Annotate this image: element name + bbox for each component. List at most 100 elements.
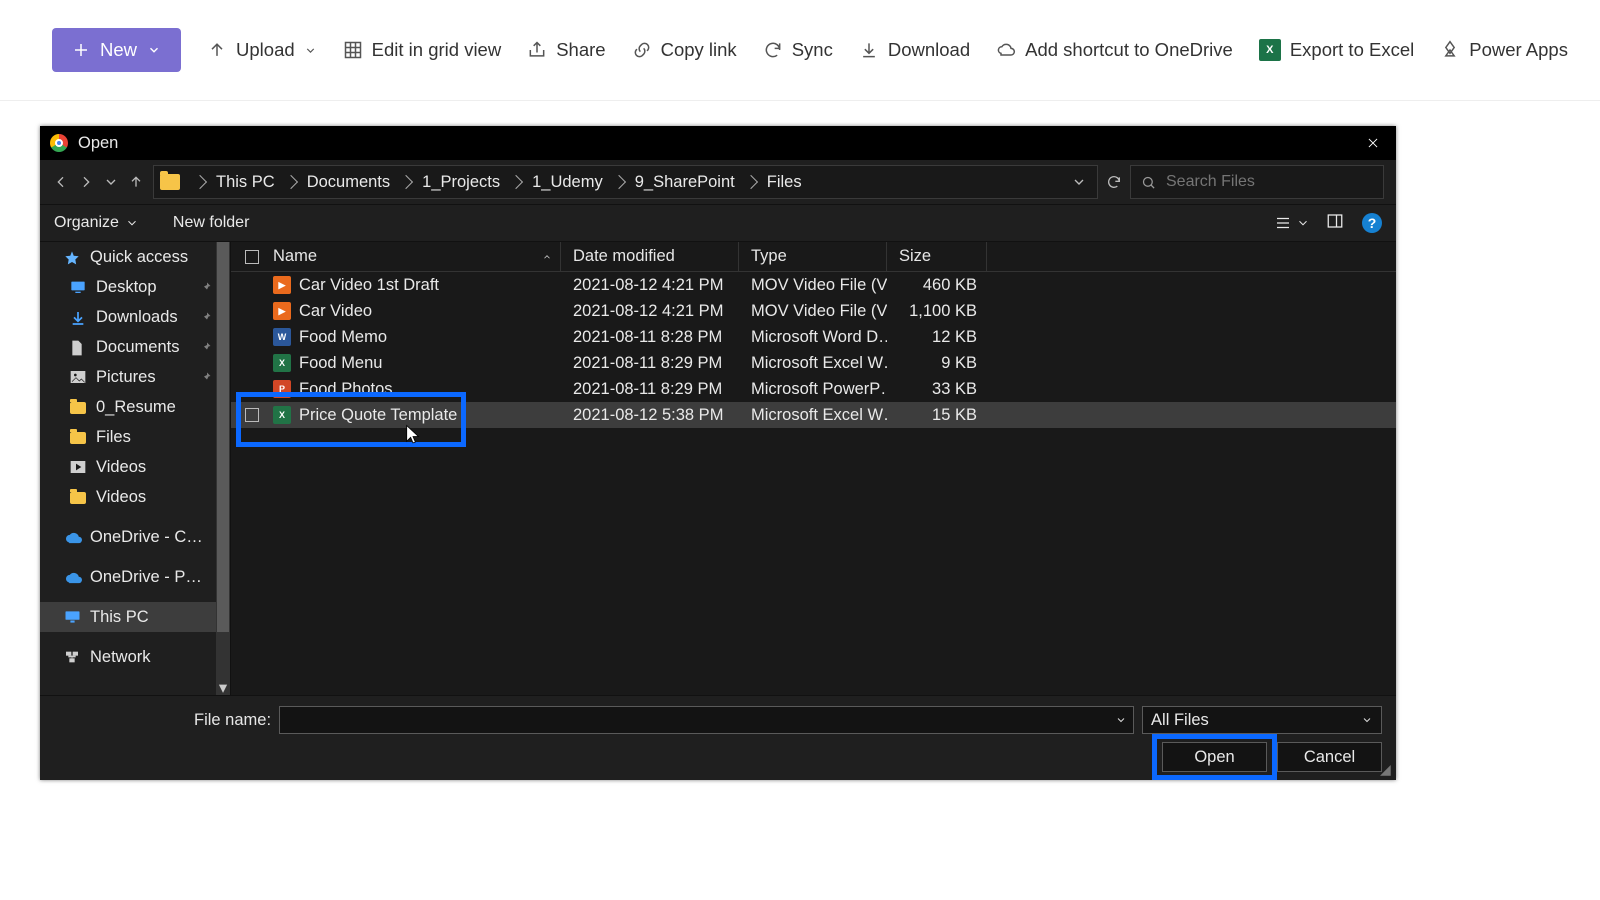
nav-item-label: Videos (96, 458, 146, 477)
nav-item-0-resume[interactable]: 0_Resume (40, 392, 230, 422)
documents-icon (70, 340, 88, 354)
search-field[interactable] (1130, 165, 1384, 199)
export-excel-button[interactable]: X Export to Excel (1259, 39, 1414, 61)
back-button[interactable] (52, 169, 69, 195)
nav-item-label: Files (96, 428, 131, 447)
file-size: 12 KB (887, 328, 987, 347)
edit-grid-view-button[interactable]: Edit in grid view (343, 39, 502, 61)
nav-item-videos[interactable]: Videos (40, 482, 230, 512)
new-button[interactable]: New (52, 28, 181, 72)
file-type: MOV Video File (V… (739, 302, 887, 321)
new-button-label: New (100, 39, 137, 61)
row-checkbox[interactable] (245, 408, 259, 422)
download-button[interactable]: Download (859, 39, 970, 61)
upload-button[interactable]: Upload (207, 39, 317, 61)
refresh-button[interactable] (1106, 170, 1122, 194)
column-name[interactable]: Name (261, 242, 561, 271)
file-row[interactable]: WFood Memo 2021-08-11 8:28 PM Microsoft … (231, 324, 1396, 350)
crumb-9-sharepoint[interactable]: 9_SharePoint (635, 173, 735, 192)
cloud-icon (64, 570, 82, 584)
filename-input[interactable] (286, 712, 1115, 729)
file-name: Price Quote Template (299, 406, 457, 425)
nav-item-label: Desktop (96, 278, 157, 297)
sharepoint-toolbar: New Upload Edit in grid view Share Copy … (0, 0, 1600, 101)
crumb-1-projects[interactable]: 1_Projects (422, 173, 500, 192)
search-input[interactable] (1166, 173, 1373, 191)
nav-item-this-pc[interactable]: This PC (40, 602, 230, 632)
share-button[interactable]: Share (527, 39, 605, 61)
nav-item-label: Pictures (96, 368, 156, 387)
resize-grip-icon[interactable]: ◢ (1380, 764, 1394, 778)
file-size: 33 KB (887, 380, 987, 399)
close-button[interactable] (1350, 126, 1396, 160)
file-row[interactable]: ▶Car Video 1st Draft 2021-08-12 4:21 PM … (231, 272, 1396, 298)
nav-item-network[interactable]: Network (40, 642, 230, 672)
copy-link-button[interactable]: Copy link (632, 39, 737, 61)
help-button[interactable]: ? (1362, 213, 1382, 233)
nav-item-pictures[interactable]: Pictures (40, 362, 230, 392)
open-button[interactable]: Open (1162, 742, 1267, 772)
column-type[interactable]: Type (739, 242, 887, 271)
file-type: Microsoft Word D… (739, 328, 887, 347)
file-type: Microsoft PowerP… (739, 380, 887, 399)
file-type: Microsoft Excel W… (739, 406, 887, 425)
downloads-icon (70, 310, 88, 324)
excel-file-icon: X (273, 406, 291, 424)
nav-item-videos[interactable]: Videos (40, 452, 230, 482)
file-date: 2021-08-12 4:21 PM (561, 302, 739, 321)
nav-item-quick-access[interactable]: Quick access (40, 242, 230, 272)
file-size: 9 KB (887, 354, 987, 373)
network-icon (64, 650, 82, 664)
power-apps-button[interactable]: Power Apps (1440, 39, 1568, 61)
view-list-button[interactable] (1274, 214, 1310, 232)
nav-item-desktop[interactable]: Desktop (40, 272, 230, 302)
nav-item-label: Network (90, 648, 151, 667)
cancel-button[interactable]: Cancel (1277, 742, 1382, 772)
nav-item-label: 0_Resume (96, 398, 176, 417)
filename-input-wrap[interactable] (279, 706, 1134, 734)
nav-item-documents[interactable]: Documents (40, 332, 230, 362)
nav-item-downloads[interactable]: Downloads (40, 302, 230, 332)
file-row[interactable]: XFood Menu 2021-08-11 8:29 PM Microsoft … (231, 350, 1396, 376)
column-date[interactable]: Date modified (561, 242, 739, 271)
crumb-1-udemy[interactable]: 1_Udemy (532, 173, 603, 192)
nav-item-files[interactable]: Files (40, 422, 230, 452)
file-name: Car Video 1st Draft (299, 276, 439, 295)
crumb-this-pc[interactable]: This PC (216, 173, 275, 192)
share-label: Share (556, 39, 605, 61)
sidebar-scrollbar[interactable]: ▴ ▾ (216, 242, 230, 695)
file-name: Food Photos (299, 380, 393, 399)
sync-button[interactable]: Sync (763, 39, 833, 61)
file-date: 2021-08-11 8:29 PM (561, 354, 739, 373)
ppt-file-icon: P (273, 380, 291, 398)
select-all-checkbox[interactable] (231, 242, 261, 271)
file-date: 2021-08-11 8:28 PM (561, 328, 739, 347)
preview-pane-button[interactable] (1326, 212, 1344, 235)
file-list: Name Date modified Type Size ▶Car Video … (231, 242, 1396, 695)
file-type-filter[interactable]: All Files (1142, 706, 1382, 734)
organize-button[interactable]: Organize (54, 214, 119, 232)
folder-icon (70, 400, 88, 414)
nav-item-label: Quick access (90, 248, 188, 267)
dialog-titlebar: Open (40, 126, 1396, 160)
forward-button[interactable] (77, 169, 94, 195)
column-size[interactable]: Size (887, 242, 987, 271)
new-folder-button[interactable]: New folder (173, 214, 249, 232)
nav-item-onedrive-person[interactable]: OneDrive - Person (40, 562, 230, 592)
file-row[interactable]: XPrice Quote Template 2021-08-12 5:38 PM… (231, 402, 1396, 428)
crumb-files[interactable]: Files (767, 173, 802, 192)
file-open-dialog: Open This PC Documents 1_Projects 1_Udem… (40, 126, 1396, 780)
crumb-documents[interactable]: Documents (307, 173, 390, 192)
breadcrumb-path[interactable]: This PC Documents 1_Projects 1_Udemy 9_S… (153, 165, 1098, 199)
file-row[interactable]: ▶Car Video 2021-08-12 4:21 PM MOV Video … (231, 298, 1396, 324)
add-shortcut-onedrive-button[interactable]: Add shortcut to OneDrive (996, 39, 1233, 61)
path-dropdown[interactable] (1067, 170, 1091, 194)
cloud-icon (64, 530, 82, 544)
file-row[interactable]: PFood Photos 2021-08-11 8:29 PM Microsof… (231, 376, 1396, 402)
desktop-icon (70, 280, 88, 294)
up-button[interactable] (128, 169, 145, 195)
nav-item-label: Documents (96, 338, 179, 357)
nav-item-label: OneDrive - Comp (90, 528, 208, 547)
nav-item-onedrive-comp[interactable]: OneDrive - Comp (40, 522, 230, 552)
recent-locations-button[interactable] (103, 169, 120, 195)
